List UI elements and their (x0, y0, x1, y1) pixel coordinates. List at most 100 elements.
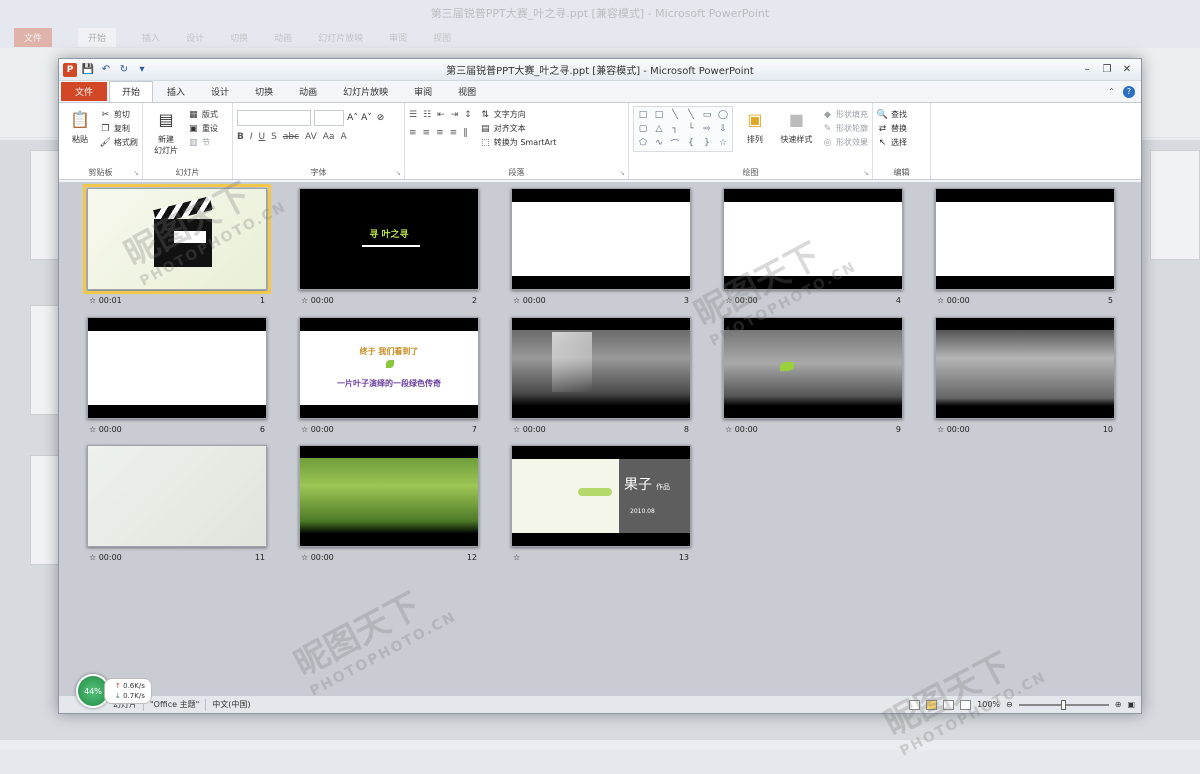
slide-thumb-7[interactable]: 终于 我们看到了 一片叶子演绎的一段绿色传奇 ☆ 00:00 7 (299, 317, 479, 434)
arrow-down-shape-icon[interactable]: ⇩ (716, 123, 730, 135)
paste-button[interactable]: 📋 粘贴 (63, 106, 97, 145)
reading-view-icon[interactable] (943, 699, 955, 710)
slide-thumb-3[interactable]: ☆ 00:00 3 (511, 188, 691, 305)
shape-fill-button[interactable]: ◆ 形状填充 (822, 109, 868, 120)
zoom-thumb[interactable] (1060, 699, 1066, 710)
tab-view[interactable]: 视图 (446, 82, 488, 102)
align-text-button[interactable]: ▤ 对齐文本 (480, 123, 557, 134)
align-center-icon[interactable]: ≡ (423, 128, 431, 138)
star-shape-icon[interactable]: ☆ (716, 137, 730, 149)
zoom-level[interactable]: 100% (977, 700, 1000, 709)
slide-thumb-8[interactable]: ☆ 00:00 8 (511, 317, 691, 434)
minimize-ribbon-icon[interactable]: ⌃ (1108, 87, 1115, 96)
slide-thumb-6[interactable]: ☆ 00:00 6 (87, 317, 267, 434)
slide-thumbnail[interactable]: 终于 我们看到了 一片叶子演绎的一段绿色传奇 (299, 317, 479, 419)
minimize-icon[interactable]: – (1081, 64, 1093, 75)
network-widget[interactable]: 44% ↑ 0.6K/s ↓ 0.7K/s (76, 674, 152, 708)
smartart-button[interactable]: ⬚ 转换为 SmartArt (480, 137, 556, 148)
pentagon-shape-icon[interactable]: ⬠ (636, 137, 650, 149)
align-right-icon[interactable]: ≡ (436, 128, 444, 138)
slide-thumb-13[interactable]: 果子 作品 2010.08 ☆ 13 (511, 445, 691, 562)
redo-icon[interactable]: ↻ (117, 63, 131, 77)
slide-thumb-2[interactable]: 寻 叶之寻 ☆ 00:00 2 (299, 188, 479, 305)
decrease-indent-icon[interactable]: ⇤ (437, 110, 445, 120)
slide-thumbnail[interactable] (723, 188, 903, 290)
oval-shape-icon[interactable]: ◯ (716, 109, 730, 121)
slide-thumbnail[interactable] (723, 317, 903, 419)
zoom-slider[interactable] (1018, 699, 1109, 710)
bracket-shape-icon[interactable]: } (700, 137, 714, 149)
zoom-out-icon[interactable]: ⊖ (1006, 700, 1013, 709)
slide-thumbnail[interactable] (299, 445, 479, 547)
slideshow-view-icon[interactable] (960, 699, 972, 710)
slide-thumb-10[interactable]: ☆ 00:00 10 (935, 317, 1115, 434)
slide-thumbnail[interactable] (935, 317, 1115, 419)
copy-button[interactable]: ❐ 复制 (100, 123, 138, 134)
bracket-shape-icon[interactable]: { (684, 137, 698, 149)
text-direction-button[interactable]: ⇅ 文字方向 (480, 109, 557, 120)
shrink-font-icon[interactable]: A˅ (361, 113, 372, 124)
dialog-launcher-icon[interactable]: ↘ (395, 169, 401, 177)
shape-outline-button[interactable]: ✎ 形状轮廓 (822, 123, 868, 134)
clear-format-icon[interactable]: ⊘ (375, 113, 386, 124)
shapes-gallery[interactable]: □ □ ╲ ╲ ▭ ◯ ▢ △ ┐ └ ⇨ ⇩ ⬠ ∿ ⌒ { } ☆ (633, 106, 733, 152)
tab-insert[interactable]: 插入 (155, 82, 197, 102)
rectangle-shape-icon[interactable]: ▭ (700, 109, 714, 121)
replace-button[interactable]: ⇄ 替换 (877, 123, 907, 134)
customize-qat-icon[interactable]: ▾ (135, 63, 149, 77)
slide-thumb-11[interactable]: ☆ 00:00 11 (87, 445, 267, 562)
slide-thumbnail[interactable] (87, 317, 267, 419)
save-icon[interactable]: 💾 (81, 63, 95, 77)
slide-thumbnail[interactable] (511, 317, 691, 419)
zoom-in-icon[interactable]: ⊕ (1115, 700, 1122, 709)
tab-design[interactable]: 设计 (199, 82, 241, 102)
connector-shape-icon[interactable]: └ (684, 123, 698, 135)
change-case-icon[interactable]: Aa (323, 132, 335, 142)
undo-icon[interactable]: ↶ (99, 63, 113, 77)
textbox-shape-icon[interactable]: □ (652, 109, 666, 121)
tab-slideshow[interactable]: 幻灯片放映 (331, 82, 400, 102)
columns-icon[interactable]: ‖ (463, 128, 468, 138)
close-icon[interactable]: ✕ (1121, 64, 1133, 75)
italic-icon[interactable]: I (250, 132, 253, 142)
font-name-combo[interactable] (237, 110, 311, 126)
slide-thumbnail[interactable]: 果子 作品 2010.08 (511, 445, 691, 547)
slide-thumbnail[interactable]: 寻 叶之寻 (299, 188, 479, 290)
help-icon[interactable]: ? (1123, 85, 1135, 98)
cut-button[interactable]: ✂ 剪切 (100, 109, 138, 120)
slide-thumbnail[interactable] (87, 445, 267, 547)
slide-thumb-1[interactable]: ☆ 00:01 1 (83, 184, 271, 305)
align-left-icon[interactable]: ≡ (409, 128, 417, 138)
increase-indent-icon[interactable]: ⇥ (451, 110, 459, 120)
reset-button[interactable]: ▣ 重设 (188, 123, 218, 134)
grow-font-icon[interactable]: A˄ (347, 113, 358, 124)
arc-shape-icon[interactable]: ⌒ (668, 137, 682, 150)
section-button[interactable]: ▥ 节 (188, 137, 218, 148)
bullets-icon[interactable]: ☰ (409, 110, 417, 120)
font-size-combo[interactable] (314, 110, 344, 126)
textbox-shape-icon[interactable]: □ (636, 109, 650, 121)
rectangle-shape-icon[interactable]: ▢ (636, 123, 650, 135)
slide-thumb-4[interactable]: ☆ 00:00 4 (723, 188, 903, 305)
fit-window-icon[interactable]: ▣ (1127, 700, 1135, 709)
arrange-button[interactable]: ▣ 排列 (739, 106, 771, 152)
slide-thumbnail[interactable] (511, 188, 691, 290)
underline-icon[interactable]: U (259, 132, 266, 142)
slide-thumb-9[interactable]: ☆ 00:00 9 (723, 317, 903, 434)
font-color-icon[interactable]: A (340, 132, 346, 142)
dialog-launcher-icon[interactable]: ↘ (619, 169, 625, 177)
connector-shape-icon[interactable]: ┐ (668, 123, 682, 135)
slide-sorter-view-icon[interactable] (926, 699, 938, 710)
tab-transitions[interactable]: 切换 (243, 82, 285, 102)
tab-animations[interactable]: 动画 (287, 82, 329, 102)
char-spacing-icon[interactable]: AV (305, 132, 317, 142)
justify-icon[interactable]: ≡ (450, 128, 458, 138)
format-painter-button[interactable]: 🖌 格式刷 (100, 137, 138, 148)
tab-home[interactable]: 开始 (109, 81, 154, 102)
slide-thumb-5[interactable]: ☆ 00:00 5 (935, 188, 1115, 305)
quick-styles-button[interactable]: ■ 快速样式 (777, 106, 816, 152)
dialog-launcher-icon[interactable]: ↘ (133, 169, 139, 177)
triangle-shape-icon[interactable]: △ (652, 123, 666, 135)
status-language[interactable]: 中文(中国) (212, 699, 250, 710)
arrow-right-shape-icon[interactable]: ⇨ (700, 123, 714, 135)
